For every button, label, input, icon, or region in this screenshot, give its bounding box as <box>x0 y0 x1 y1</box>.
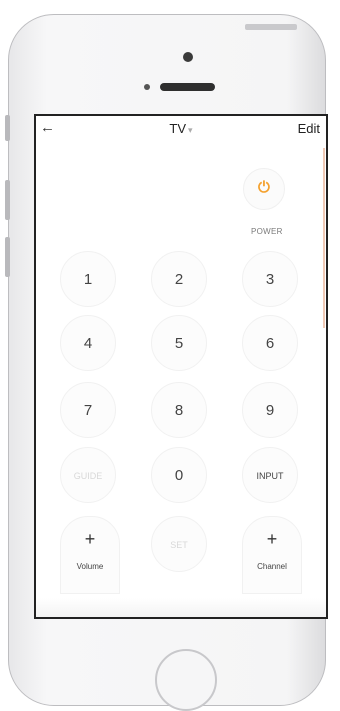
key-8[interactable]: 8 <box>151 382 207 438</box>
set-button[interactable]: SET <box>151 516 207 572</box>
key-1[interactable]: 1 <box>60 251 116 307</box>
power-button[interactable]: ⏻ <box>243 168 285 210</box>
dropdown-caret-icon: ▾ <box>188 125 193 135</box>
earpiece-speaker <box>160 83 215 91</box>
key-9[interactable]: 9 <box>242 382 298 438</box>
home-button[interactable] <box>155 649 217 711</box>
channel-plus-icon: + <box>266 529 278 549</box>
key-4[interactable]: 4 <box>60 315 116 371</box>
input-button[interactable]: INPUT <box>242 447 298 503</box>
key-5[interactable]: 5 <box>151 315 207 371</box>
channel-label: Channel <box>257 562 287 571</box>
edit-button[interactable]: Edit <box>298 121 320 136</box>
volume-label: Volume <box>76 562 104 571</box>
bottom-fade <box>36 598 326 617</box>
device-title[interactable]: TV ▾ <box>36 121 326 136</box>
nav-bar: ← TV ▾ Edit <box>36 116 326 142</box>
volume-down-side-button <box>5 237 10 277</box>
key-3[interactable]: 3 <box>242 251 298 307</box>
volume-up-button[interactable]: + Volume <box>60 516 120 594</box>
front-camera <box>183 52 193 62</box>
key-6[interactable]: 6 <box>242 315 298 371</box>
app-screen: ← TV ▾ Edit ⏻ POWER 1 2 3 4 5 6 7 8 9 GUI… <box>34 114 328 619</box>
sensor-dot <box>144 84 150 90</box>
key-2[interactable]: 2 <box>151 251 207 307</box>
mute-switch <box>5 115 10 141</box>
key-0[interactable]: 0 <box>151 447 207 503</box>
power-label: POWER <box>251 227 283 236</box>
device-title-text: TV <box>169 121 187 136</box>
channel-up-button[interactable]: + Channel <box>242 516 302 594</box>
scrollbar[interactable] <box>323 148 325 328</box>
sleep-button <box>245 24 297 30</box>
volume-up-side-button <box>5 180 10 220</box>
guide-button[interactable]: GUIDE <box>60 447 116 503</box>
key-7[interactable]: 7 <box>60 382 116 438</box>
volume-plus-icon: + <box>84 529 96 549</box>
power-icon: ⏻ <box>258 179 270 196</box>
